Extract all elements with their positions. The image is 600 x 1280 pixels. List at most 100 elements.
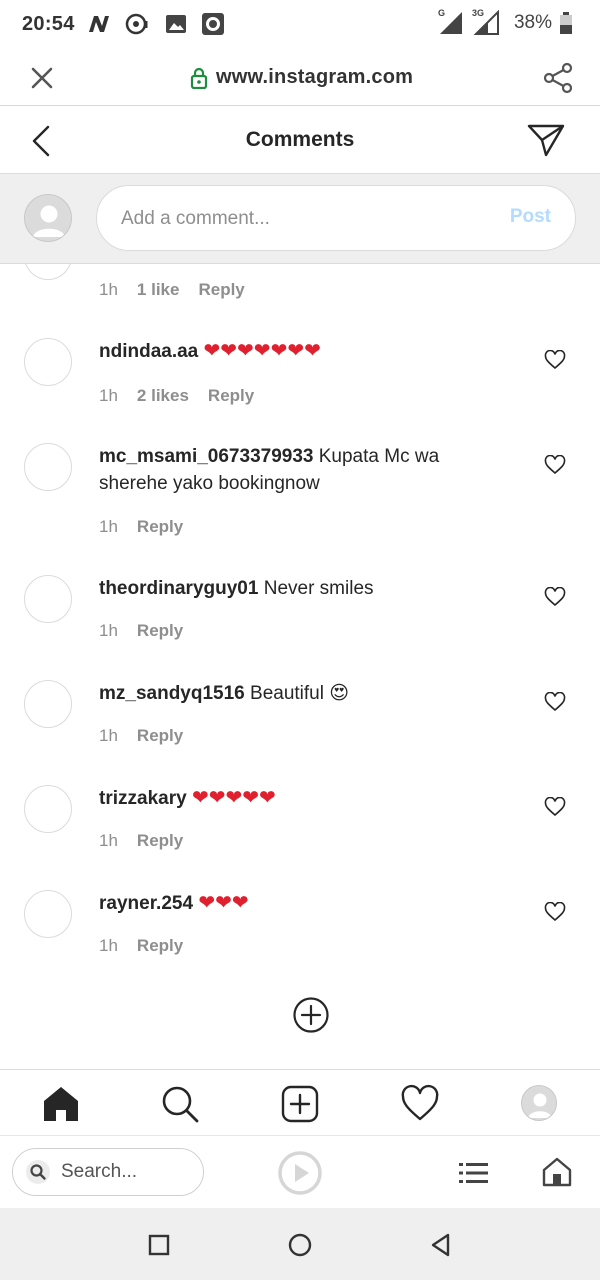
cast-notification-icon [125, 13, 148, 35]
comment-username[interactable]: trizzakary [99, 788, 187, 809]
comment-meta: 1h Reply [99, 831, 183, 851]
like-heart-icon[interactable] [544, 797, 566, 817]
comment-meta: 1h 2 likes Reply [99, 386, 254, 406]
system-status: G 3G 38% [438, 8, 572, 36]
home-button-icon[interactable] [287, 1232, 313, 1258]
signal-3g-icon: 3G [472, 8, 500, 36]
comment-time: 1h [99, 726, 118, 745]
comment-body: rayner.254 ❤❤❤ [99, 890, 509, 917]
tabs-list-icon[interactable] [458, 1160, 490, 1186]
url-text: www.instagram.com [216, 66, 414, 88]
comment-body: mc_msami_0673379933 Kupata Mc wa sherehe… [99, 443, 509, 497]
comments-header: Comments [0, 106, 600, 174]
comment-text: Beautiful 😍 [250, 683, 350, 704]
home-icon[interactable] [41, 1084, 81, 1124]
avatar[interactable] [24, 443, 72, 491]
browser-home-icon[interactable] [541, 1156, 573, 1188]
comment-meta: 1h Reply [99, 517, 183, 537]
comment-meta: 1h Reply [99, 621, 183, 641]
image-notification-icon [165, 15, 186, 33]
record-notification-icon [201, 13, 224, 35]
like-heart-icon[interactable] [544, 902, 566, 922]
reply-button[interactable]: Reply [137, 831, 183, 851]
add-comment-bar: Post [0, 174, 600, 264]
like-heart-icon[interactable] [544, 692, 566, 712]
comment-time: 1h [99, 280, 118, 299]
avatar[interactable] [24, 575, 72, 623]
avatar [24, 194, 72, 242]
reply-button[interactable]: Reply [137, 621, 183, 641]
reply-button[interactable]: Reply [137, 517, 183, 537]
comment-time: 1h [99, 831, 118, 850]
comment-body: theordinaryguy01 Never smiles [99, 575, 509, 602]
comment-text: ❤❤❤❤❤❤❤ [203, 340, 321, 362]
comment-body: mz_sandyq1516 Beautiful 😍 [99, 680, 509, 707]
page-title: Comments [245, 128, 355, 151]
battery-icon [560, 12, 572, 34]
new-post-icon[interactable] [280, 1084, 320, 1124]
browser-search-placeholder: Search... [61, 1161, 138, 1182]
comments-list: 1h 1 like Reply ndindaa.aa ❤❤❤❤❤❤❤ 1h 2 … [0, 264, 600, 1069]
reply-button[interactable]: Reply [137, 936, 183, 956]
search-icon [26, 1160, 50, 1184]
reply-button[interactable]: Reply [137, 726, 183, 746]
lock-icon [190, 67, 208, 89]
status-bar: 20:54 G 3G 38% [0, 0, 600, 48]
activity-heart-icon[interactable] [400, 1084, 440, 1124]
url-field[interactable]: www.instagram.com [190, 66, 413, 89]
close-icon[interactable] [28, 64, 56, 92]
comment-time: 1h [99, 386, 118, 405]
reply-button[interactable]: Reply [198, 280, 244, 300]
comment-username[interactable]: rayner.254 [99, 893, 193, 914]
comment-meta: 1h Reply [99, 726, 183, 746]
browser-toolbar: Search... [0, 1135, 600, 1208]
comment-meta: 1h Reply [99, 936, 183, 956]
search-icon[interactable] [160, 1084, 200, 1124]
like-heart-icon[interactable] [544, 587, 566, 607]
browser-url-bar: www.instagram.com [0, 48, 600, 106]
direct-message-icon[interactable] [526, 122, 566, 158]
profile-avatar[interactable] [521, 1085, 557, 1121]
likes-count-button[interactable]: 2 likes [137, 386, 189, 406]
play-icon[interactable] [277, 1150, 323, 1196]
comment-body: trizzakary ❤❤❤❤❤ [99, 785, 509, 812]
comment-username[interactable]: mc_msami_0673379933 [99, 446, 313, 467]
battery-percent: 38% [513, 12, 552, 33]
post-button[interactable]: Post [510, 206, 551, 228]
comment-time: 1h [99, 936, 118, 955]
default-avatar-icon [528, 1093, 552, 1118]
status-time: 20:54 [22, 12, 75, 35]
avatar[interactable] [24, 680, 72, 728]
android-navigation-bar [0, 1208, 600, 1280]
comment-username[interactable]: theordinaryguy01 [99, 578, 258, 599]
comment-text: ❤❤❤ [198, 892, 249, 914]
n-notification-icon [88, 16, 109, 32]
signal-g-icon: G [438, 8, 464, 36]
recent-apps-icon[interactable] [146, 1232, 172, 1258]
avatar[interactable] [24, 890, 72, 938]
comment-username[interactable]: mz_sandyq1516 [99, 683, 245, 704]
comment-input[interactable] [121, 204, 481, 234]
load-more-comments-icon[interactable] [292, 996, 330, 1034]
comment-input-wrapper: Post [96, 185, 576, 251]
likes-count-button[interactable]: 1 like [137, 280, 180, 300]
comment-text: ❤❤❤❤❤ [191, 787, 276, 809]
partial-comment-meta: 1h 1 like Reply [99, 280, 245, 300]
avatar [24, 264, 72, 280]
avatar[interactable] [24, 785, 72, 833]
share-icon[interactable] [542, 62, 574, 94]
reply-button[interactable]: Reply [208, 386, 254, 406]
instagram-bottom-nav [0, 1069, 600, 1135]
comment-text: Never smiles [263, 578, 374, 599]
comment-body: ndindaa.aa ❤❤❤❤❤❤❤ [99, 338, 509, 365]
avatar[interactable] [24, 338, 72, 386]
browser-search-input[interactable]: Search... [12, 1148, 204, 1196]
back-button-icon[interactable] [428, 1232, 454, 1258]
default-avatar-icon [33, 205, 65, 237]
comment-time: 1h [99, 621, 118, 640]
comment-time: 1h [99, 517, 118, 536]
notification-icons [87, 12, 225, 36]
comment-username[interactable]: ndindaa.aa [99, 341, 198, 362]
like-heart-icon[interactable] [544, 455, 566, 475]
like-heart-icon[interactable] [544, 350, 566, 370]
